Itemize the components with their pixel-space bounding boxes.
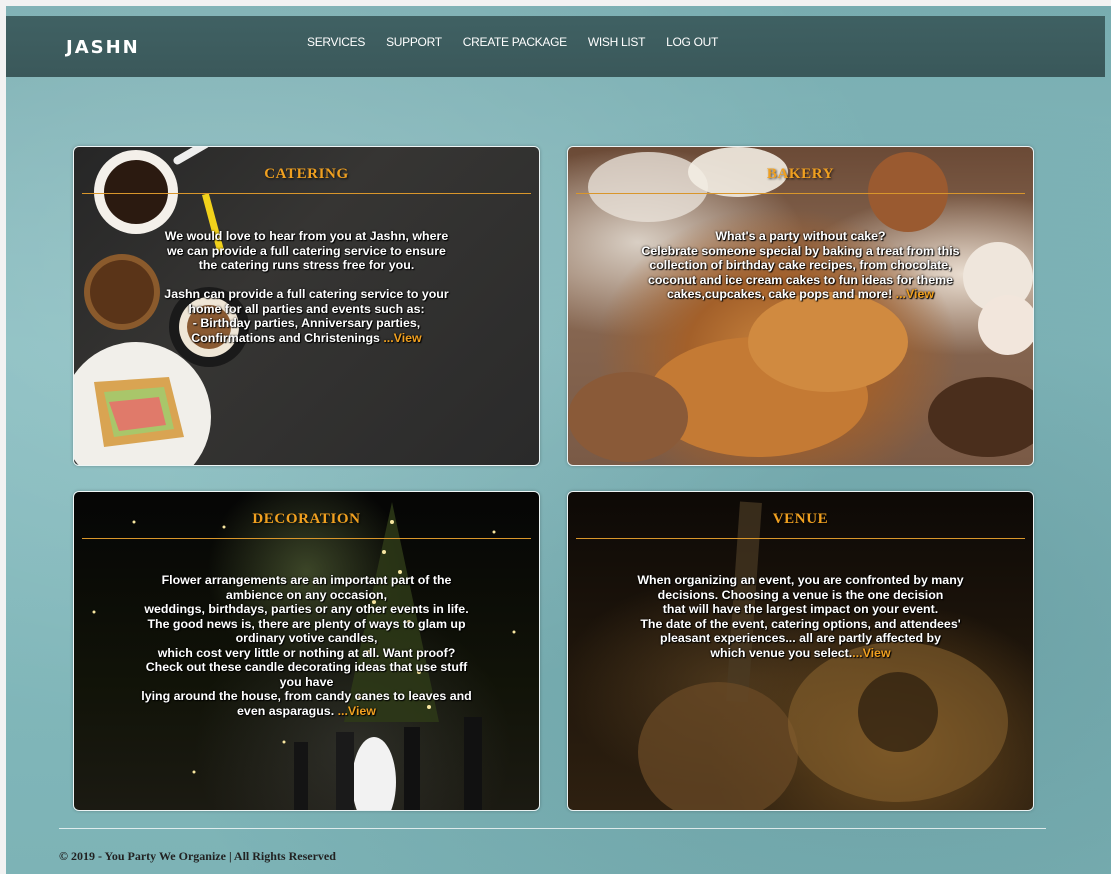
decoration-title: DECORATION [252,511,361,527]
footer-divider [59,828,1046,829]
catering-line: the catering runs stress free for you. [198,258,415,272]
decoration-line: weddings, birthdays, parties or any othe… [144,602,469,616]
decoration-description: Flower arrangements are an important par… [74,573,539,718]
decoration-line: Check out these candle decorating ideas … [145,660,468,674]
catering-divider [82,193,531,194]
catering-line-last: Confirmations and Christenings ...View [74,331,539,346]
catering-line: - Birthday parties, Anniversary parties, [192,316,421,330]
catering-line: We would love to hear from you at Jashn,… [164,229,449,243]
catering-last-text: Confirmations and Christenings [191,330,380,345]
venue-title: VENUE [772,511,829,527]
bakery-line: Celebrate someone special by baking a tr… [641,243,960,258]
nav-support[interactable]: SUPPORT [386,35,442,49]
decoration-divider [82,538,531,539]
decoration-card: DECORATION Flower arrangements are an im… [73,491,540,811]
catering-view-link[interactable]: ...View [383,331,421,345]
decoration-last-text: even asparagus. [237,703,335,718]
venue-last-text: which venue you select. [710,645,853,660]
catering-line: Jashn can provide a full catering servic… [164,287,449,301]
catering-line: home for all parties and events such as: [188,301,425,316]
nav-links: SERVICES SUPPORT CREATE PACKAGE WISH LIS… [307,35,718,49]
bakery-line-last: cakes,cupcakes, cake pops and more! ...V… [568,287,1033,302]
venue-line: pleasant experiences... all are partly a… [660,631,941,645]
bakery-pastry-illustration [568,147,1033,462]
bakery-description: What's a party without cake? Celebrate s… [568,229,1033,302]
venue-card: VENUE When organizing an event, you are … [567,491,1034,811]
brand-logo[interactable]: JASHN [66,37,140,58]
nav-log-out[interactable]: LOG OUT [666,35,718,49]
bakery-background-image [568,147,1033,465]
nav-services[interactable]: SERVICES [307,35,365,49]
bakery-title: BAKERY [766,166,835,182]
decoration-view-link[interactable]: ...View [338,704,376,718]
bakery-line: What's a party without cake? [715,229,886,243]
catering-line: we can provide a full catering service t… [167,243,446,258]
venue-line-last: which venue you select....View [568,646,1033,661]
decoration-line: The good news is, there are plenty of wa… [147,616,466,631]
decoration-line: you have [279,674,334,689]
venue-view-link[interactable]: ...View [852,646,890,660]
venue-divider [576,538,1025,539]
decoration-line: ambience on any occasion, [225,587,388,602]
footer-copyright: © 2019 - You Party We Organize | All Rig… [59,849,336,863]
bakery-line: collection of birthday cake recipes, fro… [649,258,952,272]
bakery-card: BAKERY What's a party without cake? Cele… [567,146,1034,466]
bakery-view-link[interactable]: ...View [896,287,934,301]
catering-line [74,273,539,288]
decoration-line-last: even asparagus. ...View [74,704,539,719]
top-navbar: JASHN SERVICES SUPPORT CREATE PACKAGE WI… [6,16,1105,77]
catering-card: CATERING We would love to hear from you … [73,146,540,466]
venue-line: The date of the event, catering options,… [640,616,961,631]
decoration-line: ordinary votive candles, [235,631,378,645]
venue-line: decisions. Choosing a venue is the one d… [657,587,944,602]
bakery-last-text: cakes,cupcakes, cake pops and more! [666,287,893,301]
catering-description: We would love to hear from you at Jashn,… [74,229,539,345]
nav-wish-list[interactable]: WISH LIST [588,35,646,49]
bakery-line: coconut and ice cream cakes to fun ideas… [647,272,954,287]
decoration-line: which cost very little or nothing at all… [157,645,456,660]
venue-description: When organizing an event, you are confro… [568,573,1033,660]
decoration-line: Flower arrangements are an important par… [161,573,452,587]
decoration-line: lying around the house, from candy canes… [141,689,472,703]
nav-create-package[interactable]: CREATE PACKAGE [463,35,567,49]
venue-line: that will have the largest impact on you… [662,602,939,616]
bakery-divider [576,193,1025,194]
catering-title: CATERING [264,166,349,182]
venue-line: When organizing an event, you are confro… [637,573,964,587]
